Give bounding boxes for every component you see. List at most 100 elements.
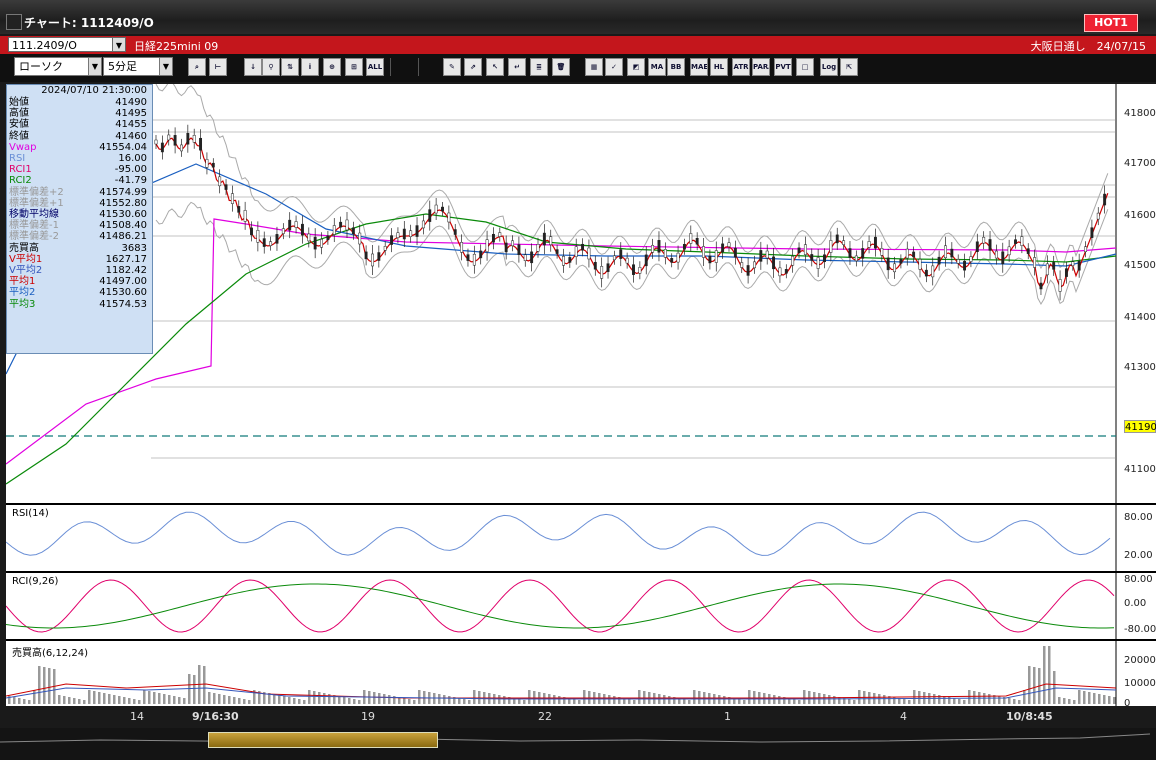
atr-button[interactable]: ATR [732,58,750,76]
window-icon[interactable]: □ [796,58,814,76]
candle-body [963,260,967,271]
candle-body [409,230,413,238]
volume-bar [503,696,506,704]
info-row-value: 41497.00 [99,276,147,288]
volume-bar [308,690,311,704]
candle-body [402,228,406,240]
info-row-value: -41.79 [114,175,147,187]
export-icon[interactable]: ⇱ [840,58,858,76]
info-row-label: RCI2 [9,175,32,187]
info-icon[interactable]: i [301,58,319,76]
candle-body [753,261,756,269]
candle-body [759,250,763,262]
candle-body [644,254,648,267]
candle-body [441,206,444,212]
symbol-code-input[interactable]: 111.2409/O [8,37,126,52]
chart-app-icon [6,14,22,30]
volume-bar [723,696,726,704]
candle-body [498,232,502,237]
log-button[interactable]: Log [820,58,838,76]
zoom-icon[interactable]: ⌕ [188,58,206,76]
arrow-icon[interactable]: ↵ [508,58,526,76]
volume-bar [103,693,106,704]
volume-bar [1098,694,1101,704]
volume-bar [1028,666,1031,704]
candle-body [313,236,317,250]
info-row-value: 41530.60 [99,209,147,220]
candle-body [536,244,540,252]
info-row: 移動平均線 41530.60 [7,209,150,220]
candle-body [180,144,183,152]
info-row-label: 安値 [9,119,29,131]
volume-bar [908,700,911,704]
pvt-button[interactable]: PVT [774,58,792,76]
para-button[interactable]: PARA [752,58,770,76]
volume-bar [718,695,721,704]
rsi-line [6,511,1111,556]
mark-icon[interactable]: ↓ [244,58,262,76]
scroll-preview [0,733,1151,743]
mae-button[interactable]: MAE [690,58,708,76]
candle-body [969,256,973,262]
volume-bar [353,699,356,704]
settings-icon[interactable]: ▦ [585,58,603,76]
volume-bar [73,698,76,704]
tools-icon[interactable]: ✓ [605,58,623,76]
all-button[interactable]: ALL [366,58,384,76]
candle-body [982,236,986,244]
candle-body [842,240,846,245]
bb-button[interactable]: BB [667,58,685,76]
info-row: RSI 16.00 [7,153,150,164]
compare-icon[interactable]: ⇅ [281,58,299,76]
pen-icon[interactable]: ⇗ [464,58,482,76]
hl-button[interactable]: HL [710,58,728,76]
trendline-icon[interactable]: ✎ [443,58,461,76]
info-row-label: 高値 [9,108,29,120]
date-label: 4 [900,710,907,723]
price-axis-label: 41100 [1124,464,1156,475]
candle-body [472,253,476,266]
trash-icon[interactable]: 🗑 [552,58,570,76]
date-label: 10/8:45 [1006,710,1053,723]
hot-button[interactable]: HOT1 [1084,14,1138,32]
volume-bar [228,696,231,704]
color-icon[interactable]: ◩ [627,58,645,76]
candle-body [893,263,896,273]
volume-bar [223,695,226,704]
scrollbar-thumb[interactable] [208,732,438,748]
chart-area[interactable]: 2024/07/10 21:30:00 始値 41490 高値 41495 安値 4145… [6,84,1156,709]
volume-bar [58,695,61,704]
candle-body [1026,248,1030,254]
crosshair-icon[interactable]: ⊢ [209,58,227,76]
price-axis-label: 41800 [1124,108,1156,119]
time-scrollbar[interactable] [0,728,1156,760]
candle-body [708,255,712,264]
cursor-icon[interactable]: ↖ [486,58,504,76]
volume-bar [903,699,906,704]
find-icon[interactable]: ⚲ [262,58,280,76]
symbol-dropdown-button[interactable]: ▼ [112,37,126,52]
memo-icon[interactable]: ≣ [530,58,548,76]
volume-bar [93,691,96,704]
candle-body [160,142,164,153]
volume-avg1-line [6,683,1117,699]
info-row-value: 41554.04 [99,141,147,153]
candle-body [1071,261,1075,266]
volume-bar [1058,697,1061,704]
chart-canvas[interactable] [6,84,1156,706]
volume-bar [173,696,176,704]
symbol-name: 日経225mini 09 [134,40,219,53]
candle-toggle-icon[interactable]: ⊕ [323,58,341,76]
candle-body [924,269,928,277]
interval-dropdown-icon[interactable]: ▼ [159,57,173,76]
volume-bar [163,694,166,704]
candle-body [765,250,769,259]
bar-toggle-icon[interactable]: ⊞ [345,58,363,76]
ma-button[interactable]: MA [648,58,666,76]
chart-type-dropdown-icon[interactable]: ▼ [88,57,102,76]
candle-body [211,162,215,168]
volume-bar [13,697,16,704]
volume-bar [1023,690,1026,704]
candle-body [154,139,158,145]
candle-body [230,193,234,204]
